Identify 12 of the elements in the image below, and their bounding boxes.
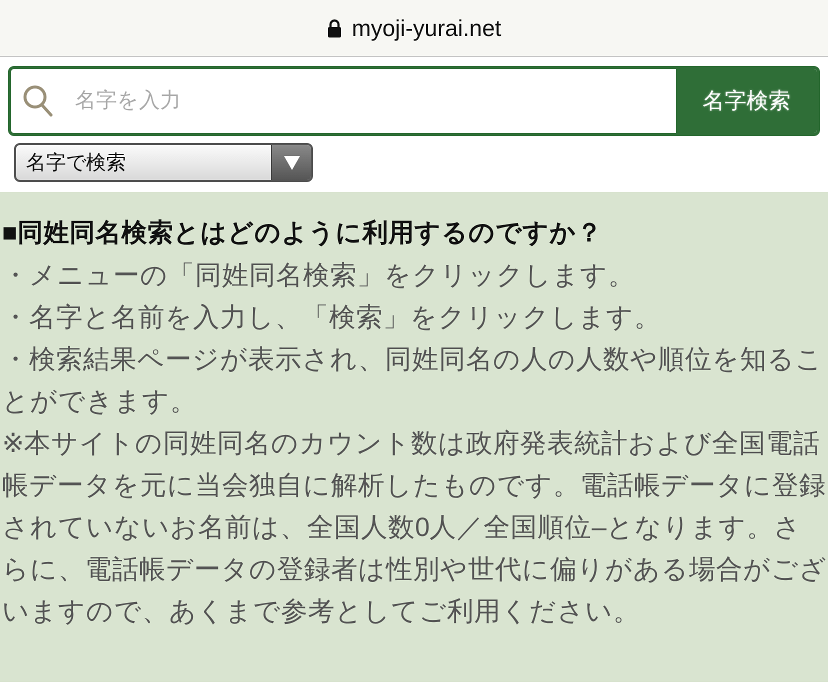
lock-icon [326, 18, 342, 38]
faq-heading: ■同姓同名検索とはどのように利用するのですか？ [2, 218, 604, 249]
search-icon [23, 85, 53, 117]
caret-icon [284, 156, 300, 170]
faq-paragraph: ・メニューの「同姓同名検索」をクリックします。 [2, 259, 636, 292]
search-button[interactable]: 名字検索 [676, 69, 817, 133]
faq-paragraph: ・名字と名前を入力し、「検索」をクリックします。 [2, 301, 662, 334]
search-mode-dropdown[interactable]: 名字で検索 [14, 143, 313, 182]
search-field[interactable]: 名字を入力 名字検索 [8, 66, 820, 136]
site-url[interactable]: myoji-yurai.net [352, 14, 502, 42]
faq-paragraph: ※本サイトの同姓同名のカウント数は政府発表統計および全国電話帳データを元に当会独自に解析したものです。電話帳データに登録されていないお名前は、全国人数0人／全国順位–となります。さらに、電話帳データの登録者は性別や世代に偏りがある場合がございますので、あくまで参考としてご利用ください。 [2, 427, 828, 628]
faq-paragraph: ・検索結果ページが表示され、同姓同名の人の人数や順位を知ることができます。 [2, 343, 824, 418]
